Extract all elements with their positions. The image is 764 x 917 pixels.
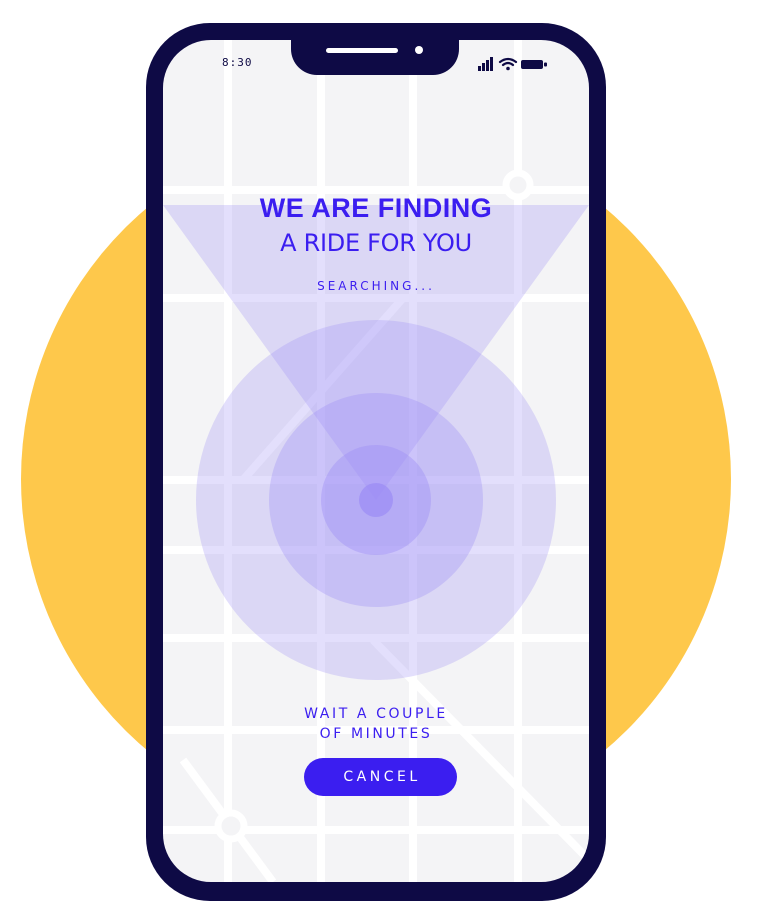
phone-screen (163, 40, 589, 882)
cancel-button[interactable]: CANCEL (304, 758, 457, 796)
speaker-grille (326, 48, 398, 53)
battery-icon (521, 60, 547, 69)
title-bold: WE ARE FINDING (259, 193, 493, 223)
wait-message-line-1: WAIT A COUPLE (304, 706, 448, 722)
signal-icon (478, 57, 493, 71)
title-light: A RIDE FOR YOU (280, 229, 472, 257)
front-camera (415, 46, 423, 54)
wifi-icon (498, 57, 518, 71)
wait-message-line-2: OF MINUTES (319, 726, 433, 742)
map-background (163, 40, 589, 882)
searching-status: SEARCHING... (317, 279, 435, 293)
status-time: 8:30 (222, 56, 253, 69)
status-icons (478, 57, 547, 71)
